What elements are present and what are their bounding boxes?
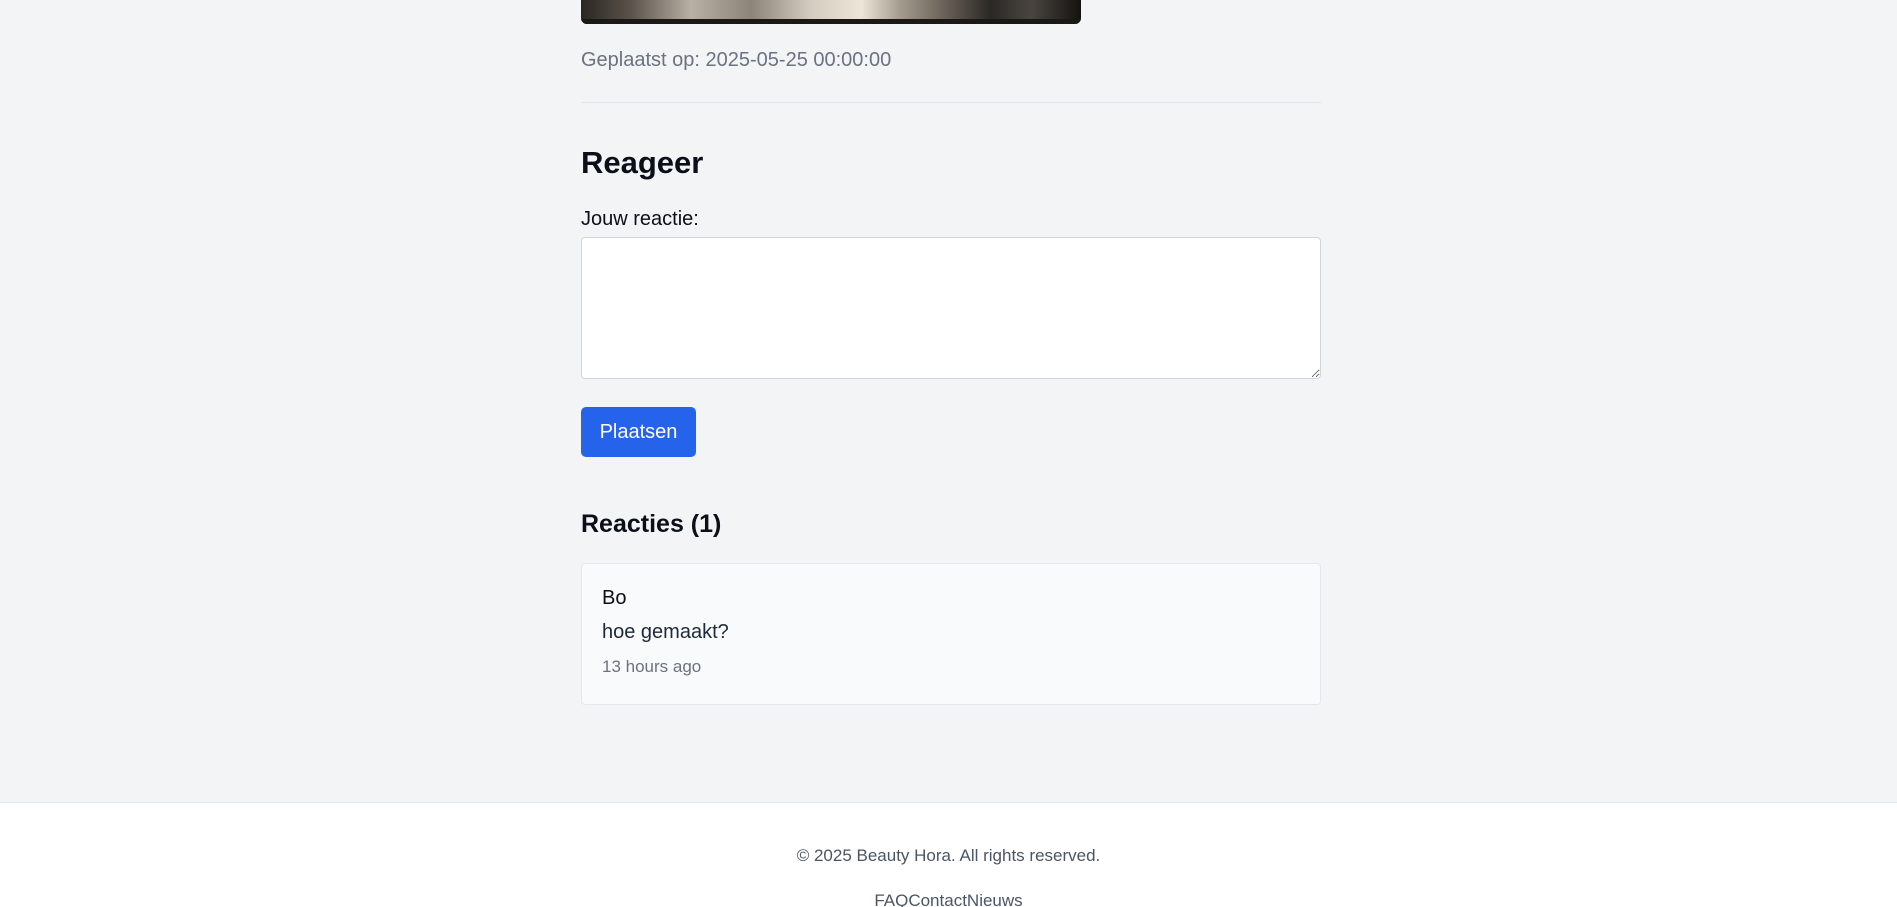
comment-card: Bo hoe gemaakt? 13 hours ago bbox=[581, 563, 1321, 705]
divider bbox=[581, 102, 1321, 103]
footer-link-nieuws[interactable]: Nieuws bbox=[967, 891, 1023, 907]
posted-date: Geplaatst op: 2025-05-25 00:00:00 bbox=[581, 49, 892, 71]
footer-link-contact[interactable]: Contact bbox=[908, 891, 967, 907]
comments-title: Reacties (1) bbox=[581, 510, 722, 538]
reply-section: Reageer Jouw reactie: Plaatsen bbox=[581, 145, 1321, 457]
comments-section: Reacties (1) Bo hoe gemaakt? 13 hours ag… bbox=[581, 509, 1321, 705]
comment-body: hoe gemaakt? bbox=[602, 621, 729, 643]
comment-author: Bo bbox=[602, 587, 627, 609]
submit-button[interactable]: Plaatsen bbox=[581, 407, 696, 457]
post-image bbox=[581, 0, 1081, 24]
comment-timestamp: 13 hours ago bbox=[602, 657, 702, 676]
reply-textarea[interactable] bbox=[581, 237, 1321, 379]
footer-copyright: © 2025 Beauty Hora. All rights reserved. bbox=[796, 846, 1101, 865]
post-main: Geplaatst op: 2025-05-25 00:00:00 Reagee… bbox=[581, 0, 1321, 705]
footer: © 2025 Beauty Hora. All rights reserved.… bbox=[0, 802, 1897, 907]
reply-field-label: Jouw reactie: bbox=[581, 208, 699, 230]
footer-links: FAQContactNieuws bbox=[0, 891, 1897, 907]
footer-link-faq[interactable]: FAQ bbox=[874, 891, 908, 907]
reply-title: Reageer bbox=[581, 145, 704, 180]
